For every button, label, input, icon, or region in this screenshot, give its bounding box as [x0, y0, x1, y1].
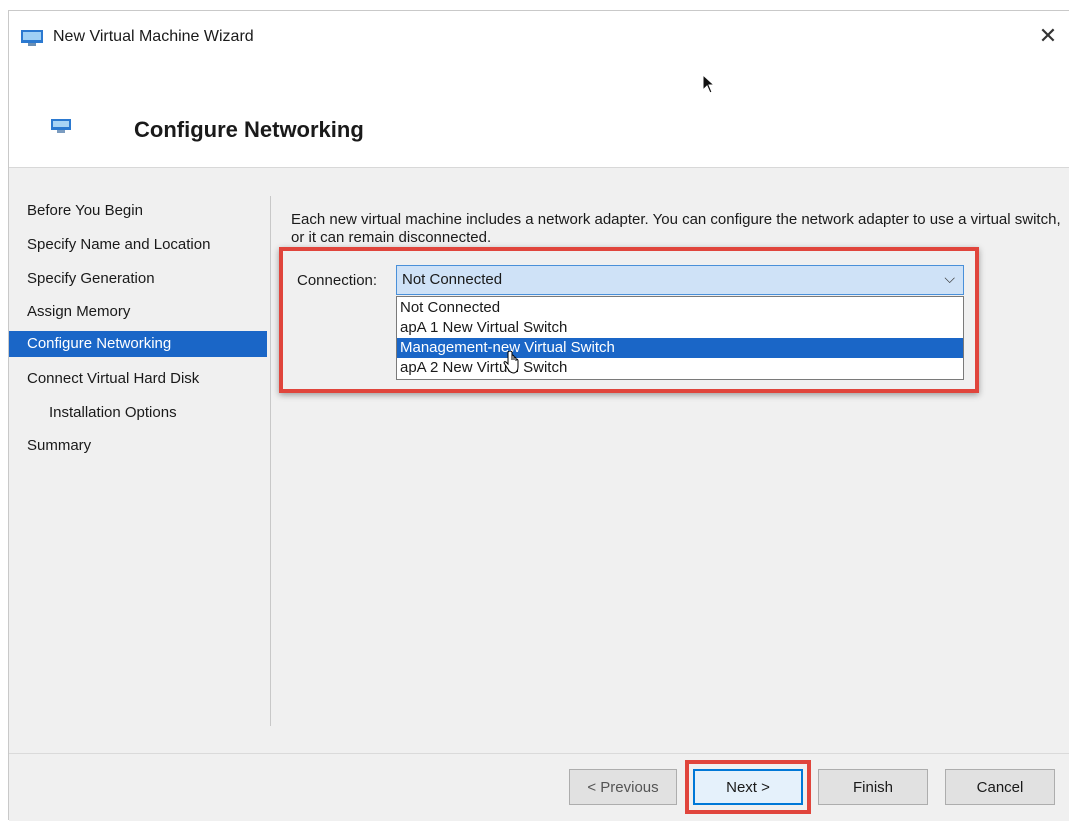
title-bar: New Virtual Machine Wizard ✕	[9, 11, 1069, 67]
connection-options-list: Not Connected apA 1 New Virtual Switch M…	[396, 296, 964, 380]
hand-cursor-icon	[503, 351, 519, 374]
option-apa2-virtual-switch[interactable]: apA 2 New Virtual Switch	[397, 358, 963, 378]
description-text: Each new virtual machine includes a netw…	[291, 211, 1061, 246]
step-before-you-begin[interactable]: Before You Begin	[9, 198, 267, 224]
cancel-button[interactable]: Cancel	[945, 769, 1055, 805]
close-icon: ✕	[1038, 23, 1058, 48]
hyperv-vm-icon	[21, 30, 43, 46]
step-list: Before You Begin Specify Name and Locati…	[9, 168, 267, 753]
option-apa1-virtual-switch[interactable]: apA 1 New Virtual Switch	[397, 318, 963, 338]
connection-dropdown[interactable]: Not Connected ⌵	[396, 265, 964, 295]
step-connect-virtual-hard-disk[interactable]: Connect Virtual Hard Disk	[9, 366, 267, 392]
close-button[interactable]: ✕	[1031, 19, 1065, 53]
step-summary[interactable]: Summary	[9, 433, 267, 459]
step-configure-networking[interactable]: Configure Networking	[9, 331, 267, 357]
next-button[interactable]: Next >	[693, 769, 803, 805]
step-divider	[270, 196, 271, 726]
finish-button[interactable]: Finish	[818, 769, 928, 805]
page-title: Configure Networking	[134, 117, 364, 142]
wizard-header: Configure Networking	[9, 67, 1069, 168]
option-management-virtual-switch[interactable]: Management-new Virtual Switch	[397, 338, 963, 358]
step-specify-generation[interactable]: Specify Generation	[9, 266, 267, 292]
wizard-window: New Virtual Machine Wizard ✕ Configure N…	[8, 10, 1069, 821]
step-assign-memory[interactable]: Assign Memory	[9, 299, 267, 325]
connection-label: Connection:	[297, 272, 378, 289]
chevron-down-icon: ⌵	[944, 270, 955, 286]
step-specify-name-location[interactable]: Specify Name and Location	[9, 232, 267, 258]
option-not-connected[interactable]: Not Connected	[397, 298, 963, 318]
network-adapter-icon	[51, 119, 71, 133]
wizard-content: Before You Begin Specify Name and Locati…	[9, 168, 1069, 753]
window-title: New Virtual Machine Wizard	[53, 28, 254, 45]
wizard-footer: < Previous Next > Finish Cancel	[9, 753, 1069, 821]
step-installation-options[interactable]: Installation Options	[9, 400, 267, 426]
connection-value: Not Connected	[402, 271, 503, 288]
arrow-cursor-icon	[702, 74, 714, 94]
previous-button[interactable]: < Previous	[569, 769, 677, 805]
